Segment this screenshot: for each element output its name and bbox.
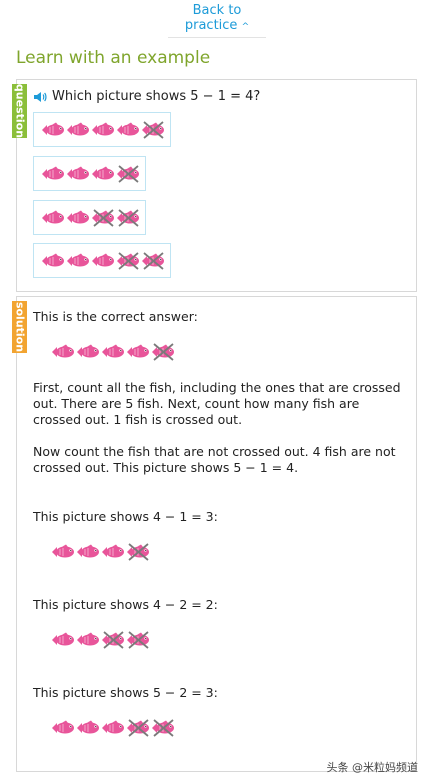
solution-explanation-2: Now count the fish that are not crossed … — [33, 444, 396, 475]
fish-icon — [77, 632, 99, 646]
crossed-fish-icon — [117, 164, 139, 183]
question-panel: question Which picture shows 5 − 1 = 4? — [12, 79, 417, 292]
fish-icon — [92, 253, 114, 266]
crossed-fish-icon — [142, 120, 164, 139]
fish-icon — [42, 210, 64, 223]
fish-icon — [127, 344, 149, 358]
back-label: Back to — [192, 3, 242, 18]
back-to-practice[interactable]: Back to practice ^ — [168, 0, 266, 38]
answer-fish-row — [51, 343, 176, 361]
fish-icon — [52, 720, 74, 734]
fish-row — [51, 719, 176, 737]
solution-explanation-1: First, count all the fish, including the… — [33, 380, 401, 427]
answer-choice[interactable] — [33, 243, 171, 278]
fish-icon — [52, 544, 74, 558]
crossed-fish-icon — [152, 719, 174, 737]
crossed-fish-icon — [142, 251, 164, 270]
other-choice-text: This picture shows 5 − 2 = 3: — [33, 685, 218, 700]
fish-row — [51, 631, 151, 649]
other-choice-fish-row — [51, 543, 151, 561]
question-tab: question — [12, 83, 27, 139]
crossed-fish-icon — [92, 208, 114, 227]
fish-icon — [92, 122, 114, 135]
fish-icon — [42, 166, 64, 179]
crossed-fish-icon — [117, 251, 139, 270]
fish-row — [41, 208, 141, 227]
other-choice-text: This picture shows 4 − 2 = 2: — [33, 597, 218, 612]
fish-icon — [77, 720, 99, 734]
crossed-fish-icon — [127, 631, 149, 649]
crossed-fish-icon — [102, 631, 124, 649]
fish-icon — [52, 632, 74, 646]
fish-row — [41, 120, 166, 139]
answer-choice[interactable] — [33, 156, 146, 191]
other-choice-fish-row — [51, 631, 151, 649]
fish-icon — [92, 166, 114, 179]
fish-icon — [52, 344, 74, 358]
fish-row — [51, 543, 151, 561]
crossed-fish-icon — [117, 208, 139, 227]
other-choice-fish-row — [51, 719, 176, 737]
fish-icon — [42, 122, 64, 135]
solution-intro: This is the correct answer: — [33, 309, 198, 324]
other-choice-text: This picture shows 4 − 1 = 3: — [33, 509, 218, 524]
fish-row — [41, 164, 141, 183]
fish-icon — [77, 344, 99, 358]
fish-icon — [67, 253, 89, 266]
back-label-2: practice — [184, 18, 238, 33]
answer-choice[interactable] — [33, 112, 171, 147]
fish-row — [41, 251, 166, 270]
back-to-practice-link[interactable]: Back to practice ^ — [168, 0, 266, 35]
fish-icon — [42, 253, 64, 266]
solution-panel: solution This is the correct answer: Fir… — [12, 296, 417, 772]
fish-row — [51, 343, 176, 361]
solution-tab: solution — [12, 301, 27, 353]
fish-icon — [67, 166, 89, 179]
speaker-icon[interactable] — [33, 90, 47, 104]
fish-icon — [117, 122, 139, 135]
crossed-fish-icon — [127, 719, 149, 737]
section-title: Learn with an example — [16, 48, 211, 68]
answer-choice[interactable] — [33, 200, 146, 235]
fish-icon — [102, 720, 124, 734]
caret-up-icon: ^ — [241, 22, 250, 32]
watermark: 头条 @米粒妈频道 — [326, 761, 419, 774]
fish-icon — [102, 344, 124, 358]
crossed-fish-icon — [152, 343, 174, 361]
fish-icon — [77, 544, 99, 558]
question-prompt: Which picture shows 5 − 1 = 4? — [33, 89, 260, 104]
question-text: Which picture shows 5 − 1 = 4? — [52, 89, 261, 104]
crossed-fish-icon — [127, 543, 149, 561]
fish-icon — [67, 210, 89, 223]
fish-icon — [67, 122, 89, 135]
fish-icon — [102, 544, 124, 558]
